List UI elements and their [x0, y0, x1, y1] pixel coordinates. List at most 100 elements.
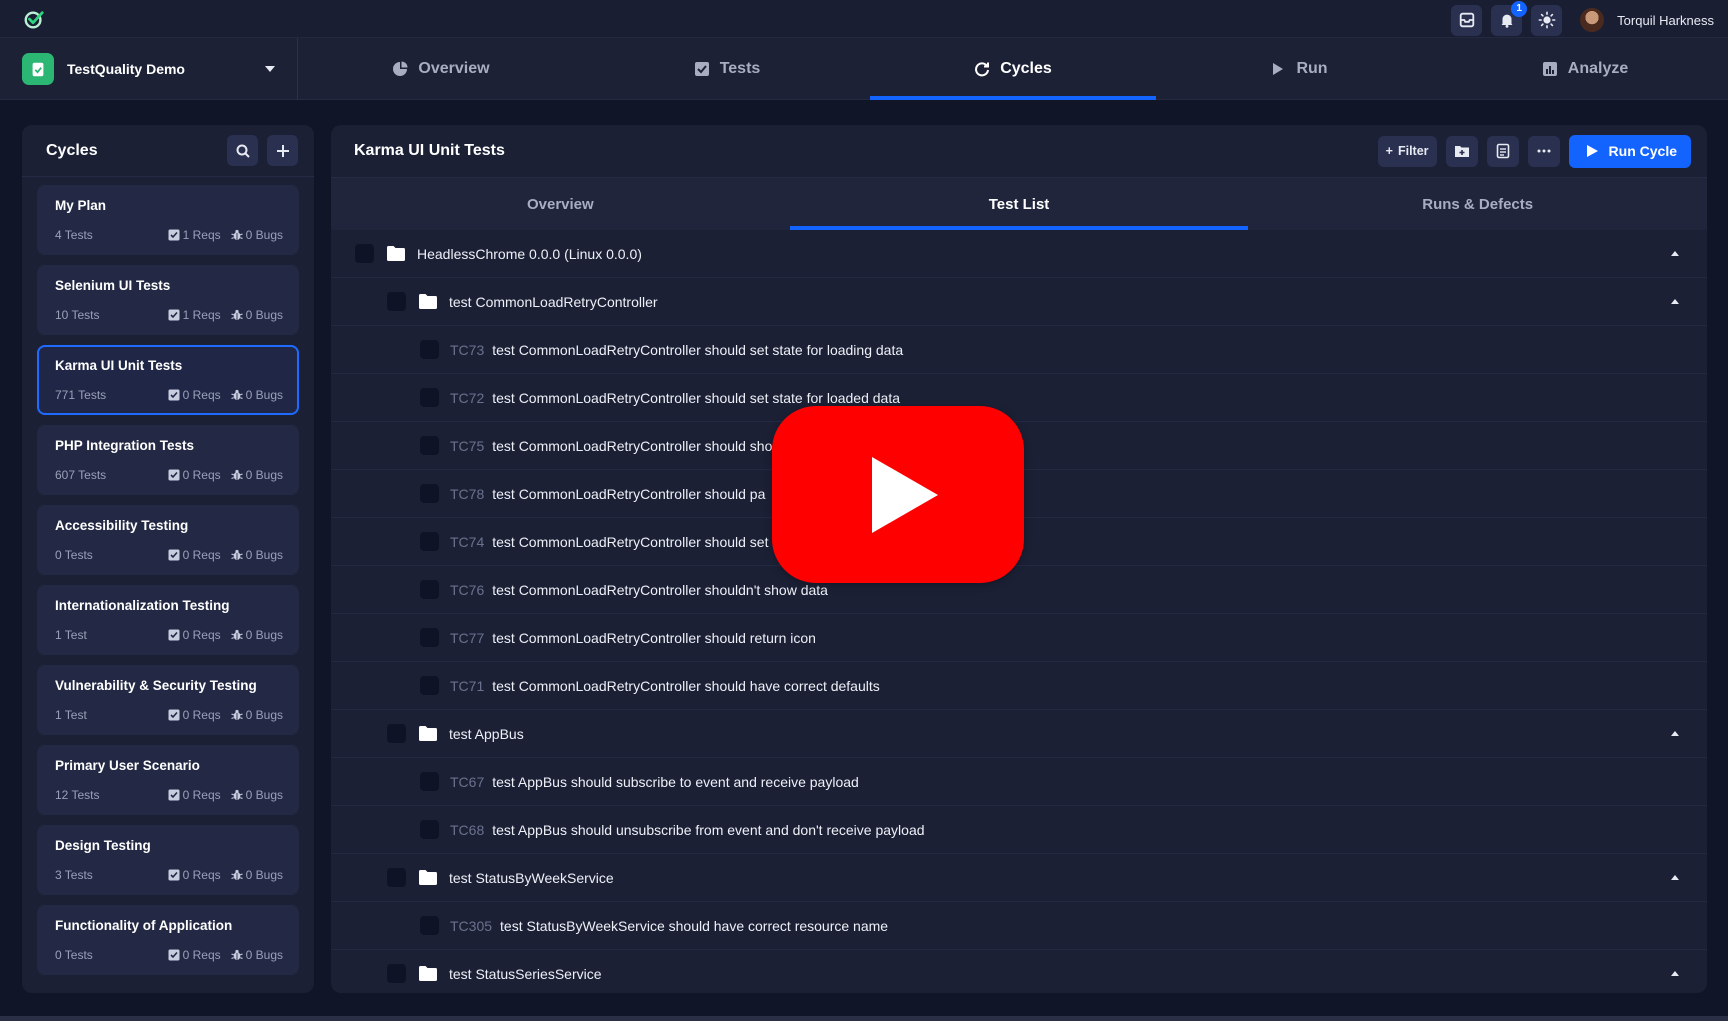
tab-cycles[interactable]: Cycles	[870, 38, 1156, 100]
tree-test-row[interactable]: TC76 test CommonLoadRetryController shoul…	[331, 566, 1707, 614]
theme-toggle-button[interactable]	[1531, 4, 1563, 36]
row-checkbox[interactable]	[420, 436, 439, 455]
cycle-card[interactable]: Primary User Scenario 12 Tests 0 Reqs 0 Bug…	[37, 745, 299, 815]
cycle-card[interactable]: Design Testing 3 Tests 0 Reqs 0 Bugs	[37, 825, 299, 895]
row-checkbox[interactable]	[420, 820, 439, 839]
inbox-icon	[1459, 12, 1474, 28]
project-icon	[22, 53, 54, 85]
user-avatar[interactable]	[1580, 8, 1605, 32]
cycle-card[interactable]: Functionality of Application 0 Tests 0 Req…	[37, 905, 299, 975]
search-cycles-button[interactable]	[227, 135, 258, 166]
filter-button[interactable]: + Filter	[1377, 135, 1437, 167]
test-key: TC76	[450, 581, 485, 598]
chevron-up-icon[interactable]	[1671, 875, 1679, 880]
chevron-up-icon[interactable]	[1671, 731, 1679, 736]
user-name[interactable]: Torquil Harkness	[1617, 13, 1714, 28]
tree-test-row[interactable]: TC68 test AppBus should unsubscribe from …	[331, 806, 1707, 854]
cycle-card[interactable]: My Plan 4 Tests 1 Reqs 0 Bugs	[37, 185, 299, 255]
row-checkbox[interactable]	[420, 388, 439, 407]
cycle-name: Selenium UI Tests	[55, 278, 171, 293]
row-checkbox[interactable]	[420, 484, 439, 503]
cycle-reqs-count: 0 Reqs	[182, 868, 221, 882]
cycle-name: Design Testing	[55, 838, 151, 853]
row-checkbox[interactable]	[387, 724, 406, 743]
cycle-meta: 3 Tests 0 Reqs 0 Bugs	[55, 868, 283, 882]
cycle-title: Karma UI Unit Tests	[354, 142, 505, 159]
chevron-up-icon[interactable]	[1671, 971, 1679, 976]
test-label: test CommonLoadRetryController should se…	[492, 533, 769, 550]
more-options-button[interactable]	[1527, 135, 1560, 167]
row-checkbox[interactable]	[420, 628, 439, 647]
tree-test-row[interactable]: TC71 test CommonLoadRetryController shoul…	[331, 662, 1707, 710]
check-circle-logo-icon[interactable]	[23, 9, 45, 31]
row-checkbox[interactable]	[387, 964, 406, 983]
tree-test-row[interactable]: TC73 test CommonLoadRetryController shoul…	[331, 326, 1707, 374]
test-label: test CommonLoadRetryController shouldn't…	[492, 581, 828, 598]
cycle-card[interactable]: Accessibility Testing 0 Tests 0 Reqs 0 Bugs	[37, 505, 299, 575]
cycle-test-count: 0 Tests	[55, 948, 93, 962]
row-checkbox[interactable]	[420, 532, 439, 551]
tree-folder-row[interactable]: test CommonLoadRetryController	[331, 278, 1707, 326]
project-selector[interactable]: TestQuality Demo	[0, 38, 298, 100]
row-checkbox[interactable]	[420, 676, 439, 695]
run-cycle-button[interactable]: Run Cycle	[1568, 134, 1691, 168]
test-label: test StatusByWeekService should have cor…	[500, 917, 889, 934]
cycle-bugs-count: 0 Bugs	[245, 788, 283, 802]
subtab-runs-defects[interactable]: Runs & Defects	[1248, 178, 1707, 230]
folder-icon	[419, 294, 437, 309]
cycle-bugs: 0 Bugs	[230, 948, 283, 962]
folder-icon	[387, 246, 405, 261]
checkbox-icon	[168, 469, 180, 481]
cycle-reqs-count: 0 Reqs	[182, 388, 221, 402]
checkbox-icon	[168, 629, 180, 641]
tab-analyze[interactable]: Analyze	[1442, 38, 1728, 100]
tab-run[interactable]: Run	[1156, 38, 1442, 100]
chevron-up-icon[interactable]	[1671, 299, 1679, 304]
inbox-button[interactable]	[1451, 4, 1483, 36]
notifications-button[interactable]: 1	[1491, 0, 1528, 36]
cycle-reqs-count: 1 Reqs	[182, 228, 221, 242]
tree-folder-row[interactable]: HeadlessChrome 0.0.0 (Linux 0.0.0)	[331, 230, 1707, 278]
row-checkbox[interactable]	[387, 868, 406, 887]
cycle-reqs-count: 0 Reqs	[182, 628, 221, 642]
row-checkbox[interactable]	[387, 292, 406, 311]
test-label: test AppBus should unsubscribe from even…	[492, 821, 925, 838]
cycle-card[interactable]: Selenium UI Tests 10 Tests 1 Reqs 0 Bugs	[37, 265, 299, 335]
test-key: TC74	[450, 533, 485, 550]
tree-folder-row[interactable]: test StatusByWeekService	[331, 854, 1707, 902]
subtab-overview[interactable]: Overview	[331, 178, 790, 230]
folder-icon	[419, 966, 437, 981]
chevron-down-icon	[265, 66, 275, 72]
cycle-reqs-count: 0 Reqs	[182, 548, 221, 562]
youtube-play-button[interactable]	[772, 406, 1024, 583]
tree-test-row[interactable]: TC67 test AppBus should subscribe to even…	[331, 758, 1707, 806]
tree-test-row[interactable]: TC77 test CommonLoadRetryController shoul…	[331, 614, 1707, 662]
add-test-button[interactable]	[1486, 135, 1519, 167]
tab-tests[interactable]: Tests	[584, 38, 870, 100]
tab-overview[interactable]: Overview	[298, 38, 584, 100]
tab-run-label: Run	[1296, 60, 1328, 77]
cycle-reqs: 0 Reqs	[168, 388, 221, 402]
subtab-test-list[interactable]: Test List	[789, 178, 1249, 230]
cycle-bugs-count: 0 Bugs	[245, 628, 283, 642]
cycle-reqs-count: 0 Reqs	[182, 948, 221, 962]
cycle-card[interactable]: Vulnerability & Security Testing 1 Test 0 …	[37, 665, 299, 735]
add-folder-button[interactable]	[1445, 135, 1478, 167]
row-checkbox[interactable]	[420, 580, 439, 599]
checkbox-icon	[168, 309, 180, 321]
row-checkbox[interactable]	[420, 772, 439, 791]
tree-folder-row[interactable]: test StatusSeriesService	[331, 950, 1707, 993]
chevron-up-icon[interactable]	[1671, 251, 1679, 256]
tab-analyze-label: Analyze	[1567, 60, 1629, 77]
row-checkbox[interactable]	[355, 244, 374, 263]
cycle-bugs: 0 Bugs	[230, 628, 283, 642]
cycle-card[interactable]: Karma UI Unit Tests 771 Tests 0 Reqs 0 Bugs	[37, 345, 299, 415]
row-checkbox[interactable]	[420, 916, 439, 935]
row-checkbox[interactable]	[420, 340, 439, 359]
cycle-card[interactable]: Internationalization Testing 1 Test 0 Reqs…	[37, 585, 299, 655]
add-cycle-button[interactable]	[267, 135, 298, 166]
cycle-card[interactable]: PHP Integration Tests 607 Tests 0 Reqs 0 Bu…	[37, 425, 299, 495]
tree-folder-row[interactable]: test AppBus	[331, 710, 1707, 758]
tree-test-row[interactable]: TC72 test CommonLoadRetryController shoul…	[331, 374, 1707, 422]
tree-test-row[interactable]: TC305 test StatusByWeekService should hav…	[331, 902, 1707, 950]
